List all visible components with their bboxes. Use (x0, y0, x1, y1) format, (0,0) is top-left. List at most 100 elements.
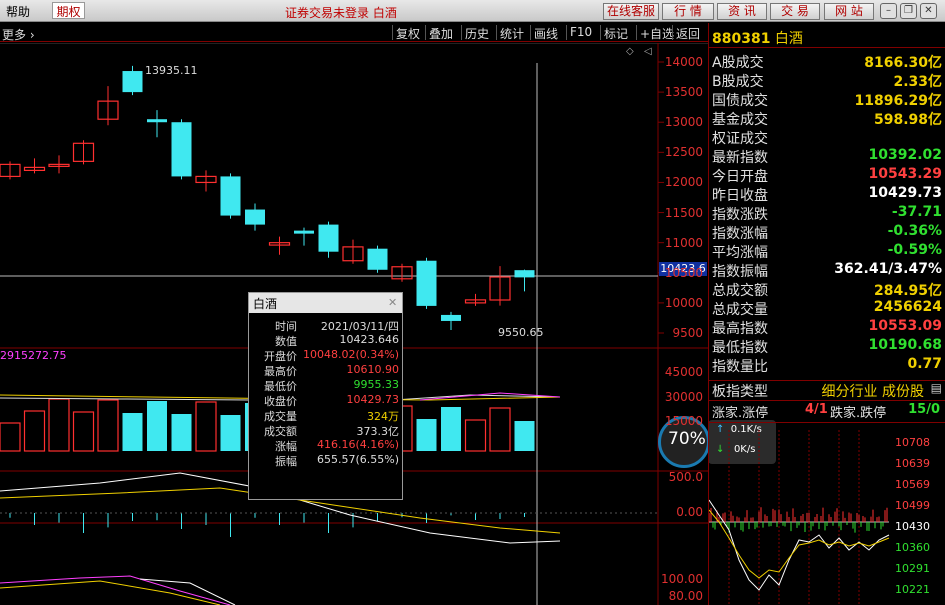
stat-label: 总成交量 (712, 302, 768, 318)
price-tick: 14000 (664, 55, 703, 69)
stat-row: 今日开盘 10543.29 (712, 166, 942, 185)
popup-value: 416.16(4.16%) (316, 438, 399, 451)
stat-label: 今日开盘 (712, 169, 768, 185)
toolbar-item-8[interactable]: 返回 (676, 25, 700, 42)
stat-row: 最高指数 10553.09 (712, 318, 942, 337)
toolbar-item-1[interactable]: 叠加 (429, 25, 453, 42)
volume-bar-down (171, 414, 192, 451)
popup-value: 10429.73 (346, 393, 400, 406)
stat-row: 最新指数 10392.02 (712, 147, 942, 166)
popup-label: 振幅 (275, 455, 297, 468)
toolbar-item-6[interactable]: 标记 (604, 25, 628, 42)
data-popup: 白酒 ✕ 时间 2021/03/11/四 数值 10423.646 开盘价 10048.0… (248, 292, 403, 500)
toolbar-item-7[interactable]: +自选 (640, 25, 674, 42)
toolbar-item-2[interactable]: 历史 (465, 25, 489, 42)
top-button-0[interactable]: 在线客服 (603, 3, 659, 20)
close-icon[interactable]: ✕ (388, 296, 397, 309)
toolbar-separator (461, 25, 462, 40)
popup-row: 最低价 9955.33 (253, 378, 401, 393)
scroll-left-icon[interactable]: ◁ (644, 46, 652, 57)
popup-value: 324万 (367, 410, 399, 423)
index-code: 880381 (712, 31, 771, 47)
popup-label: 收盘价 (264, 395, 297, 408)
stat-row: 权证成交 (712, 128, 942, 147)
type-value: 细分行业 成份股 (821, 384, 924, 400)
toolbar-separator (566, 25, 567, 40)
volume-bar-down (416, 419, 437, 451)
mini-tick: 10360 (895, 541, 930, 554)
window-title: 证券交易未登录 白酒 (285, 6, 397, 20)
popup-row: 成交量 324万 (253, 408, 401, 423)
axis-tick: 100.00 (661, 572, 703, 586)
price-tick: 13000 (664, 115, 703, 130)
panel-header: 880381 白酒 (712, 28, 803, 48)
index-name: 白酒 (774, 31, 803, 47)
price-tick: 12000 (664, 175, 703, 190)
candle-down (367, 248, 388, 270)
candle-down (245, 209, 265, 225)
stat-row: 平均涨幅 -0.59% (712, 242, 942, 261)
stat-value: 0.77 (907, 356, 942, 372)
updown-row: 涨家.涨停 4/1 跌家.跌停 15/0 (712, 402, 942, 421)
mini-tick: 10569 (895, 478, 930, 491)
popup-row: 开盘价 10048.02(0.34%) (253, 348, 401, 363)
stat-value: 2.33亿 (893, 74, 942, 90)
restore-icon[interactable]: ❐ (900, 3, 917, 19)
chart-toolbar (0, 23, 708, 42)
toolbar-item-5[interactable]: F10 (570, 25, 592, 39)
diamond-icon[interactable]: ◇ (626, 46, 634, 57)
price-tick: 11000 (664, 235, 703, 250)
axis-tick: 500.0 (668, 470, 703, 484)
popup-row: 涨幅 416.16(4.16%) (253, 438, 401, 453)
price-tick: 9500 (672, 326, 703, 340)
menu-help[interactable]: 帮助 (6, 3, 30, 20)
top-button-4[interactable]: 网 站 (824, 3, 874, 20)
stat-value: 362.41/3.47% (834, 261, 942, 277)
divider (708, 422, 945, 423)
popup-row: 数值 10423.646 (253, 333, 401, 348)
candle-down (318, 224, 339, 252)
stat-row: 指数振幅 362.41/3.47% (712, 261, 942, 280)
popup-value: 655.57(6.55%) (316, 453, 399, 466)
toolbar-item-4[interactable]: 画线 (534, 25, 558, 42)
stat-label: 指数量比 (712, 359, 768, 375)
top-button-2[interactable]: 资 讯 (717, 3, 767, 20)
toolbar-item-0[interactable]: 复权 (396, 25, 420, 42)
popup-value: 10048.02(0.34%) (302, 348, 399, 361)
list-icon[interactable]: ▤ (931, 381, 942, 395)
close-icon[interactable]: ✕ (920, 3, 937, 19)
candle-down (294, 230, 314, 234)
mini-tick: 10221 (895, 583, 930, 596)
stat-value: 10429.73 (868, 185, 942, 201)
toolbar-separator (425, 25, 426, 40)
stat-label: 平均涨幅 (712, 245, 768, 261)
popup-label: 开盘价 (264, 350, 297, 363)
toolbar-separator (600, 25, 601, 40)
stat-row: 总成交量 2456624 (712, 299, 942, 318)
more-menu[interactable]: 更多 › (2, 26, 35, 43)
mini-tick: 10430 (895, 520, 930, 533)
popup-value: 373.3亿 (356, 425, 400, 438)
volume-bar-up (195, 401, 217, 452)
volume-bar-up (72, 411, 95, 452)
stat-value: 10190.68 (868, 337, 942, 353)
menu-options[interactable]: 期权 (52, 2, 85, 19)
top-button-3[interactable]: 交 易 (770, 3, 820, 20)
index-type-row[interactable]: 板指类型 细分行业 成份股 ▤ (712, 381, 942, 400)
minimize-icon[interactable]: – (880, 3, 897, 19)
top-button-1[interactable]: 行 情 (662, 3, 714, 20)
stat-label: 基金成交 (712, 112, 768, 128)
popup-value: 10610.90 (346, 363, 400, 376)
price-tick: 13500 (664, 85, 703, 100)
stat-label: 权证成交 (712, 131, 768, 147)
stat-label: A股成交 (712, 55, 764, 71)
popup-label: 时间 (275, 320, 297, 333)
toolbar-item-3[interactable]: 统计 (500, 25, 524, 42)
divider (708, 400, 945, 401)
popup-label: 成交额 (264, 425, 297, 438)
mini-avg-line (709, 509, 890, 579)
volume-bar-up (464, 419, 487, 452)
stat-row: 总成交额 284.95亿 (712, 280, 942, 299)
axis-tick: 30000 (664, 390, 703, 404)
candle-down (171, 122, 192, 177)
